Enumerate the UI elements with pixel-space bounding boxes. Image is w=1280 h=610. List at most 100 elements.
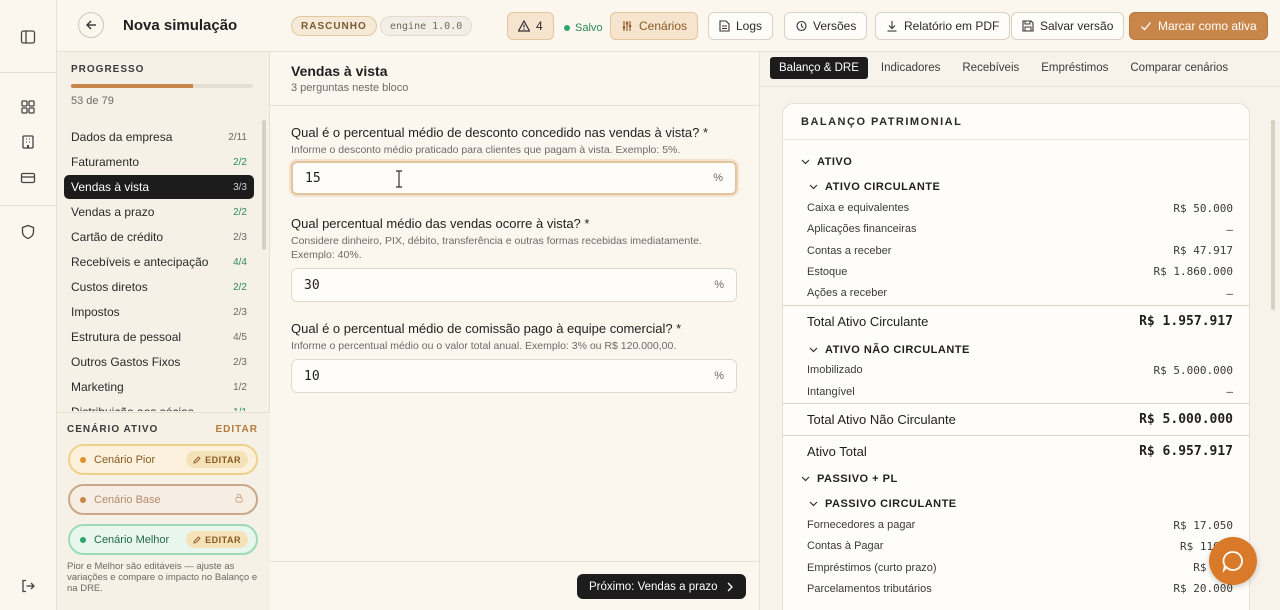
saved-label: Salvo [575, 22, 603, 34]
results-tab[interactable]: Indicadores [872, 57, 949, 79]
nav-item-count: 2/3 [233, 356, 247, 368]
row-value: R$ 1.860.000 [1153, 265, 1233, 279]
logs-label: Logs [736, 19, 763, 33]
scenario-note: Pior e Melhor são editáveis — ajuste as … [67, 561, 258, 594]
chat-button[interactable] [1209, 537, 1257, 585]
progress-label: PROGRESSO [71, 64, 145, 75]
nav-item[interactable]: Custos diretos 2/2 [64, 275, 254, 299]
total-ativo-nao-circulante: Total Ativo Não Circulante R$ 5.000.000 [783, 403, 1249, 434]
nav-item-count: 2/11 [228, 131, 247, 143]
nav-item[interactable]: Cartão de crédito 2/3 [64, 225, 254, 249]
nav-item[interactable]: Impostos 2/3 [64, 300, 254, 324]
group-passivo[interactable]: PASSIVO + PL [783, 470, 1249, 488]
scenario-edit-button[interactable]: EDITAR [186, 531, 248, 548]
scenario-melhor[interactable]: Cenário Melhor EDITAR [68, 524, 258, 555]
question-hint: Informe o desconto médio praticado para … [291, 144, 681, 156]
vendas-vista-input[interactable] [304, 277, 707, 293]
alerts-button[interactable]: 4 [507, 12, 554, 40]
question-3: Qual é o percentual médio de comissão pa… [291, 321, 737, 353]
history-icon [796, 20, 807, 32]
saved-indicator: Salvo [564, 22, 603, 34]
nav-item[interactable]: Distribuição aos sócios 1/1 [64, 400, 254, 411]
next-section-button[interactable]: Próximo: Vendas a prazo [577, 574, 746, 599]
row-value: — [1226, 385, 1233, 398]
comissao-input[interactable] [304, 368, 707, 384]
total-label: Total Ativo Não Circulante [807, 411, 956, 427]
scenario-edit-link[interactable]: EDITAR [216, 424, 258, 435]
block-title: Vendas à vista [291, 63, 388, 79]
results-tab[interactable]: Comparar cenários [1121, 57, 1237, 79]
sliders-icon [622, 21, 632, 31]
nav-item[interactable]: Recebíveis e antecipação 4/4 [64, 250, 254, 274]
results-scrollbar[interactable] [1271, 120, 1275, 310]
nav-item-count: 1/1 [233, 407, 247, 412]
scenario-base[interactable]: Cenário Base [68, 484, 258, 515]
card-icon[interactable] [18, 168, 38, 188]
group-passivo-circulante[interactable]: PASSIVO CIRCULANTE [783, 495, 1249, 513]
building-icon[interactable] [18, 132, 38, 152]
lock-icon [234, 493, 244, 506]
desconto-input[interactable] [305, 170, 706, 186]
versoes-button[interactable]: Versões [784, 12, 868, 40]
alerts-count: 4 [536, 19, 543, 33]
balance-sheet: BALANÇO PATRIMONIAL ATIVO ATIVO CIRCULAN… [782, 103, 1250, 610]
unit-label: % [713, 172, 723, 184]
row-label: Caixa e equivalentes [807, 202, 910, 214]
balance-row: Imobilizado R$ 5.000.000 [783, 361, 1249, 379]
question-block: Vendas à vista 3 perguntas neste bloco Q… [270, 52, 759, 610]
balance-row: Aplicações financeiras — [783, 220, 1249, 238]
nav-item[interactable]: Outros Gastos Fixos 2/3 [64, 350, 254, 374]
sidebar-scrollbar[interactable] [262, 120, 266, 250]
vendas-vista-field[interactable]: % [291, 268, 737, 302]
nav-item-label: Cartão de crédito [71, 230, 164, 244]
questionnaire-sidebar: PROGRESSO 53 de 79 Dados da empresa 2/11 F… [57, 52, 270, 610]
chevron-down-icon [809, 347, 818, 353]
mark-active-label: Marcar como ativa [1158, 19, 1257, 33]
shield-icon[interactable] [18, 222, 38, 242]
nav-item-label: Vendas à vista [71, 180, 150, 194]
app-rail [0, 0, 57, 610]
nav-item[interactable]: Dados da empresa 2/11 [64, 125, 254, 149]
back-button[interactable] [78, 12, 104, 38]
scenario-dot [80, 456, 86, 463]
scenario-name: Cenário Melhor [94, 533, 170, 546]
scenario-edit-label: EDITAR [205, 534, 241, 545]
nav-item[interactable]: Faturamento 2/2 [64, 150, 254, 174]
save-version-button[interactable]: Salvar versão [1011, 12, 1125, 40]
mark-active-button[interactable]: Marcar como ativa [1129, 12, 1268, 40]
nav-item[interactable]: Marketing 1/2 [64, 375, 254, 399]
comissao-field[interactable]: % [291, 359, 737, 393]
row-label: Contas à Pagar [807, 540, 884, 553]
question-hint: Informe o percentual médio ou o valor to… [291, 340, 677, 352]
nav-item-count: 4/5 [233, 331, 247, 343]
nav-item[interactable]: Estrutura de pessoal 4/5 [64, 325, 254, 349]
nav-item[interactable]: Vendas à vista 3/3 [64, 175, 254, 199]
group-label: ATIVO NÃO CIRCULANTE [825, 344, 970, 356]
total-label: Total Ativo Circulante [807, 313, 929, 329]
group-ativo-nao-circulante[interactable]: ATIVO NÃO CIRCULANTE [783, 341, 1249, 359]
download-icon [887, 21, 897, 32]
pdf-report-button[interactable]: Relatório em PDF [875, 12, 1011, 40]
scenario-edit-button[interactable]: EDITAR [186, 451, 248, 468]
dashboard-icon[interactable] [18, 97, 38, 117]
engine-version-badge: engine 1.0.0 [380, 16, 473, 36]
logs-button[interactable]: Logs [708, 12, 774, 40]
chat-icon [1222, 551, 1243, 573]
scenario-edit-label: EDITAR [205, 454, 241, 465]
scenario-pior[interactable]: Cenário Pior EDITAR [68, 444, 258, 475]
check-icon [1141, 22, 1151, 31]
cenarios-button[interactable]: Cenários [610, 12, 699, 40]
sidebar-toggle-icon[interactable] [18, 27, 38, 47]
nav-item-label: Custos diretos [71, 280, 148, 294]
group-ativo-circulante[interactable]: ATIVO CIRCULANTE [783, 178, 1249, 196]
progress-bar [71, 84, 253, 88]
nav-item[interactable]: Vendas a prazo 2/2 [64, 200, 254, 224]
results-tab[interactable]: Recebíveis [953, 57, 1028, 79]
top-bar: Nova simulação RASCUNHO engine 1.0.0 4 S… [57, 0, 1280, 52]
logout-icon[interactable] [18, 576, 38, 596]
row-value: R$ 5.000.000 [1153, 363, 1233, 377]
results-tab[interactable]: Balanço & DRE [770, 57, 868, 79]
group-ativo[interactable]: ATIVO [783, 153, 1249, 171]
results-tab[interactable]: Empréstimos [1032, 57, 1117, 79]
desconto-field[interactable]: % [291, 161, 737, 195]
